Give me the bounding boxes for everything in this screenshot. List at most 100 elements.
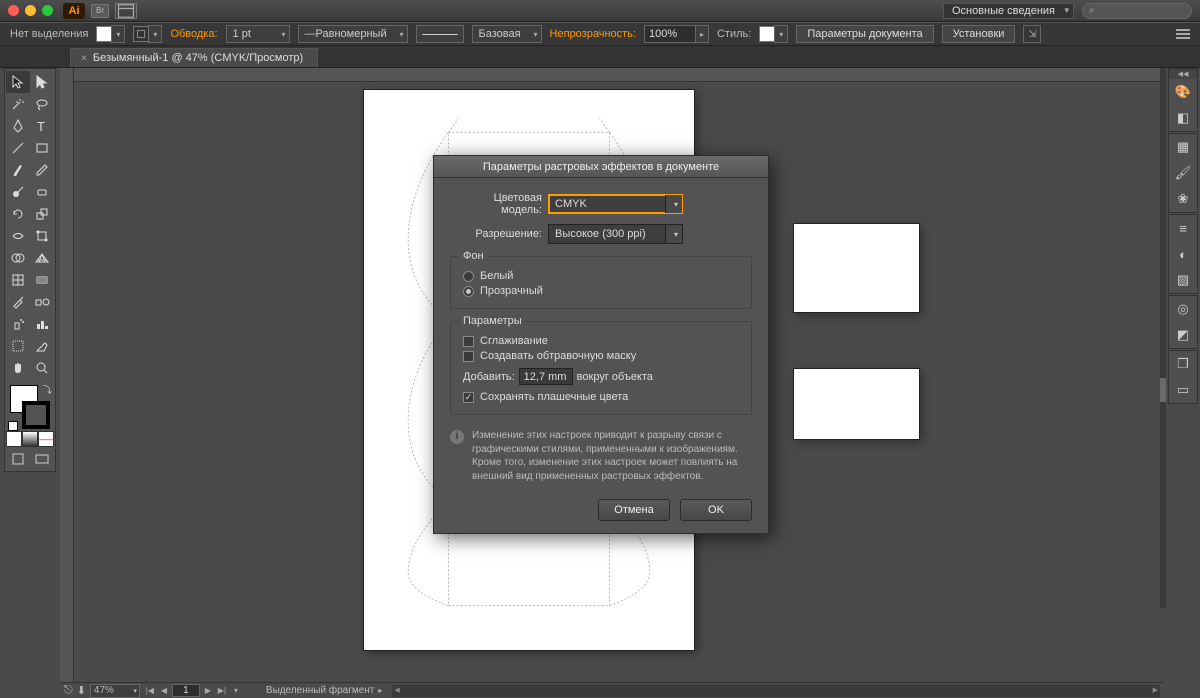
scale-tool-icon[interactable]	[30, 203, 54, 225]
artboard-nav-dropdown-icon[interactable]: ▾	[230, 685, 242, 697]
status-download-icon[interactable]: ⬇	[77, 684, 86, 697]
rectangle-tool-icon[interactable]	[30, 137, 54, 159]
resolution-select[interactable]: Высокое (300 ppi)▾	[548, 224, 683, 244]
close-window-icon[interactable]	[8, 5, 19, 16]
symbols-panel-icon[interactable]: ❀	[1169, 186, 1197, 212]
color-mode-none-icon[interactable]: ／	[38, 431, 54, 447]
color-model-select[interactable]: CMYK▾	[548, 194, 683, 214]
preserve-spot-checkbox[interactable]: Сохранять плашечные цвета	[463, 391, 739, 403]
opacity-dropdown-icon[interactable]: ▸	[695, 25, 709, 43]
graphic-style-swatch[interactable]	[759, 26, 775, 42]
ok-button[interactable]: OK	[680, 499, 752, 521]
artboard-number-input[interactable]	[172, 684, 200, 697]
appearance-panel-icon[interactable]: ◎	[1169, 296, 1197, 322]
pencil-tool-icon[interactable]	[30, 159, 54, 181]
hand-tool-icon[interactable]	[6, 357, 30, 379]
first-artboard-icon[interactable]: |◀	[144, 685, 156, 697]
antialias-checkbox[interactable]: Сглаживание	[463, 335, 739, 347]
clip-mask-checkbox[interactable]: Создавать обтравочную маску	[463, 350, 739, 362]
expand-dock-icon[interactable]: ◀◀	[1169, 69, 1197, 79]
bg-white-radio[interactable]: Белый	[463, 270, 739, 282]
stroke-dropdown-icon[interactable]: ▾	[148, 25, 162, 43]
vertical-scrollbar[interactable]	[1160, 68, 1166, 608]
cancel-button[interactable]: Отмена	[598, 499, 670, 521]
color-mode-solid-icon[interactable]	[6, 431, 22, 447]
slice-tool-icon[interactable]	[30, 335, 54, 357]
align-icon[interactable]: ⇲	[1023, 25, 1041, 43]
mesh-tool-icon[interactable]	[6, 269, 30, 291]
color-panel-icon[interactable]: 🎨	[1169, 79, 1197, 105]
bg-transparent-radio[interactable]: Прозрачный	[463, 285, 739, 297]
blob-brush-tool-icon[interactable]	[6, 181, 30, 203]
artboard-tool-icon[interactable]	[6, 335, 30, 357]
scrollbar-thumb[interactable]	[1160, 378, 1166, 402]
swap-fill-stroke-icon[interactable]: ⤵	[43, 383, 52, 396]
status-leaf-icon[interactable]: ⎋	[64, 684, 73, 697]
fill-stroke-indicator[interactable]: ⤵	[6, 383, 54, 431]
brush-dropdown[interactable]: Базовая	[472, 25, 542, 43]
preferences-button[interactable]: Установки	[942, 25, 1016, 43]
brush-preview[interactable]	[416, 25, 464, 43]
arrange-documents-icon[interactable]	[115, 3, 137, 19]
workspace-switcher[interactable]: Основные сведения	[943, 3, 1074, 19]
symbol-sprayer-tool-icon[interactable]	[6, 313, 30, 335]
zoom-level-dropdown[interactable]: 47%	[90, 684, 140, 698]
document-setup-button[interactable]: Параметры документа	[796, 25, 933, 43]
add-amount-input[interactable]	[519, 368, 573, 385]
transparency-panel-icon[interactable]: ▨	[1169, 267, 1197, 293]
selection-tool-icon[interactable]	[6, 71, 30, 93]
close-tab-icon[interactable]: ×	[81, 53, 87, 64]
swatches-panel-icon[interactable]: ▦	[1169, 134, 1197, 160]
opacity-input[interactable]	[644, 25, 696, 43]
direct-selection-tool-icon[interactable]	[30, 71, 54, 93]
search-input[interactable]: ⌕	[1082, 3, 1192, 19]
eraser-tool-icon[interactable]	[30, 181, 54, 203]
stroke-swatch[interactable]	[133, 26, 149, 42]
lasso-tool-icon[interactable]	[30, 93, 54, 115]
eyedropper-tool-icon[interactable]	[6, 291, 30, 313]
magic-wand-tool-icon[interactable]	[6, 93, 30, 115]
stroke-panel-icon[interactable]: ≡	[1169, 215, 1197, 241]
blend-tool-icon[interactable]	[30, 291, 54, 313]
stroke-profile-dropdown[interactable]: — Равномерный	[298, 25, 408, 43]
graphic-styles-panel-icon[interactable]: ◩	[1169, 322, 1197, 348]
stroke-color-icon[interactable]	[22, 401, 50, 429]
shape-builder-tool-icon[interactable]	[6, 247, 30, 269]
screen-mode-icon[interactable]	[30, 449, 54, 469]
artboards-panel-icon[interactable]: ▭	[1169, 377, 1197, 403]
type-tool-icon[interactable]: T	[30, 115, 54, 137]
status-info-dropdown-icon[interactable]: ▸	[378, 686, 382, 695]
rotate-tool-icon[interactable]	[6, 203, 30, 225]
next-artboard-icon[interactable]: ▶	[202, 685, 214, 697]
options-fieldset: Параметры Сглаживание Создавать обтравоч…	[450, 321, 752, 415]
gradient-tool-icon[interactable]	[30, 269, 54, 291]
zoom-tool-icon[interactable]	[30, 357, 54, 379]
free-transform-tool-icon[interactable]	[30, 225, 54, 247]
zoom-window-icon[interactable]	[42, 5, 53, 16]
minimize-window-icon[interactable]	[25, 5, 36, 16]
bridge-icon[interactable]: Br	[91, 4, 109, 18]
layers-panel-icon[interactable]: ❐	[1169, 351, 1197, 377]
prev-artboard-icon[interactable]: ◀	[158, 685, 170, 697]
gradient-panel-icon[interactable]: ◐	[1169, 241, 1197, 267]
perspective-grid-tool-icon[interactable]	[30, 247, 54, 269]
color-mode-gradient-icon[interactable]	[22, 431, 38, 447]
stroke-width-input[interactable]: 1 pt	[226, 25, 290, 43]
default-fill-stroke-icon[interactable]	[8, 421, 18, 431]
last-artboard-icon[interactable]: ▶|	[216, 685, 228, 697]
pen-tool-icon[interactable]	[6, 115, 30, 137]
paintbrush-tool-icon[interactable]	[6, 159, 30, 181]
control-menu-icon[interactable]	[1176, 25, 1190, 43]
document-tab[interactable]: × Безымянный-1 @ 47% (CMYK/Просмотр)	[70, 48, 318, 67]
color-guide-panel-icon[interactable]: ◧	[1169, 105, 1197, 131]
width-tool-icon[interactable]	[6, 225, 30, 247]
line-tool-icon[interactable]	[6, 137, 30, 159]
brushes-panel-icon[interactable]: 🖌	[1169, 160, 1197, 186]
fill-dropdown-icon[interactable]: ▾	[111, 25, 125, 43]
radio-off-icon	[463, 271, 474, 282]
graphic-style-dropdown-icon[interactable]: ▾	[774, 25, 788, 43]
column-graph-tool-icon[interactable]	[30, 313, 54, 335]
horizontal-scrollbar[interactable]	[392, 685, 1160, 697]
fill-swatch[interactable]	[96, 26, 112, 42]
draw-normal-icon[interactable]	[6, 449, 30, 469]
